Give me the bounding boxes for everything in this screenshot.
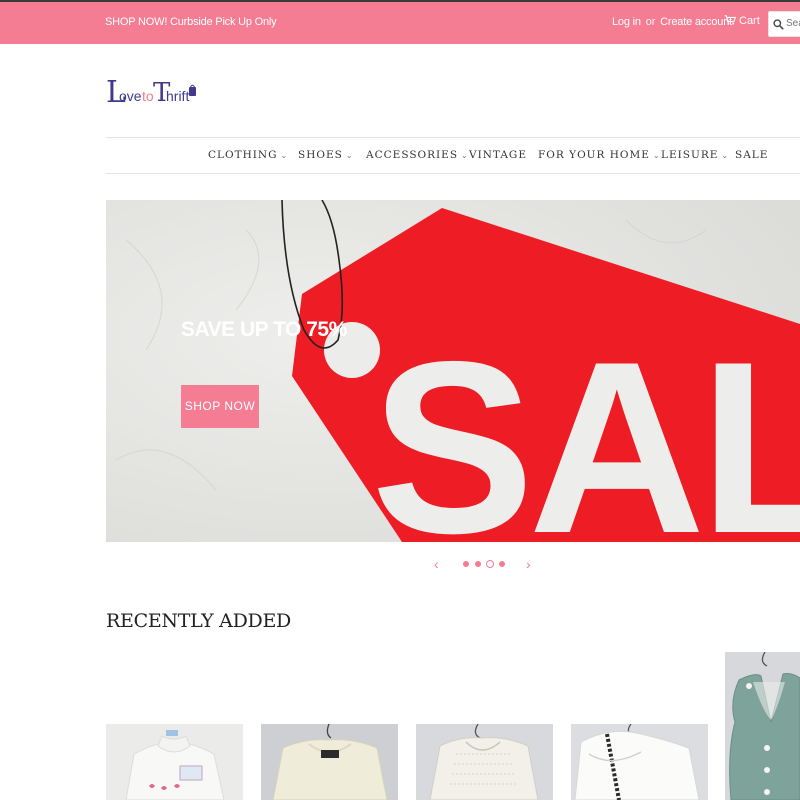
nav-item-leisure[interactable]: LEISURE ⌄ [661, 149, 729, 161]
logo-text-ove: ove [119, 88, 142, 104]
slider-dot-4[interactable] [499, 561, 505, 567]
nav-item-for-your-home[interactable]: FOR YOUR HOME ⌄ [538, 149, 661, 161]
nav-label: LEISURE [661, 149, 719, 161]
slider-dot-3-active[interactable] [486, 560, 494, 568]
sale-text: SALE [371, 310, 800, 542]
product-card[interactable] [725, 652, 800, 800]
create-account-link[interactable]: Create account [660, 16, 732, 28]
product-card[interactable] [416, 724, 553, 800]
product-image [261, 724, 398, 800]
nav-label: CLOTHING [208, 149, 278, 161]
product-card[interactable] [571, 724, 708, 800]
next-arrow-icon[interactable]: › [526, 556, 531, 572]
logo-text-hrift: hrift [166, 88, 189, 104]
login-link[interactable]: Log in [612, 16, 641, 28]
shopping-bag-icon [189, 87, 196, 96]
nav-item-sale[interactable]: SALE [735, 149, 768, 161]
nav-label: SHOES [298, 149, 343, 161]
shop-now-button[interactable]: SHOP NOW [181, 385, 259, 428]
announcement-text[interactable]: SHOP NOW! Curbside Pick Up Only [105, 16, 277, 28]
product-card[interactable] [106, 724, 243, 800]
prev-arrow-icon[interactable]: ‹ [434, 556, 439, 572]
slider-controls: ‹ › [430, 556, 540, 572]
hero-heading: SAVE UP TO 75% [181, 318, 347, 341]
or-separator: or [645, 16, 656, 28]
product-image [416, 724, 553, 800]
nav-label: FOR YOUR HOME [538, 149, 650, 161]
slider-dot-2[interactable] [475, 561, 481, 567]
site-logo[interactable]: L ove to T hrift [106, 68, 198, 110]
nav-item-shoes[interactable]: SHOES ⌄ [298, 149, 354, 161]
product-card[interactable] [261, 724, 398, 800]
search-input[interactable] [786, 18, 800, 29]
hero-image: SALE [106, 200, 800, 542]
cart-icon [724, 15, 736, 25]
hero-slide[interactable]: SALE SAVE UP TO 75% SHOP NOW [106, 200, 800, 542]
nav-item-clothing[interactable]: CLOTHING ⌄ [208, 149, 288, 161]
product-image [571, 724, 708, 800]
search-box[interactable] [768, 11, 800, 37]
chevron-down-icon: ⌄ [345, 151, 354, 160]
search-icon[interactable] [773, 19, 784, 30]
nav-label: VINTAGE [469, 149, 527, 161]
chevron-down-icon: ⌄ [652, 151, 661, 160]
chevron-down-icon: ⌄ [461, 151, 469, 160]
chevron-down-icon: ⌄ [721, 151, 730, 160]
cart-link[interactable]: Cart [724, 15, 760, 27]
product-image [106, 724, 243, 800]
account-links: Log in or Create account [612, 16, 732, 28]
main-nav: CLOTHING ⌄ SHOES ⌄ ACCESSORIES ⌄ VINTAGE FO… [106, 137, 800, 174]
nav-label: ACCESSORIES [366, 149, 459, 161]
chevron-down-icon: ⌄ [280, 151, 289, 160]
product-image [725, 652, 800, 800]
cart-label: Cart [739, 15, 760, 27]
nav-item-vintage[interactable]: VINTAGE [469, 149, 527, 161]
slider-dot-1[interactable] [463, 561, 469, 567]
announcement-bar: SHOP NOW! Curbside Pick Up Only Log in or… [0, 0, 800, 44]
nav-label: SALE [735, 149, 769, 161]
section-title-recently-added: RECENTLY ADDED [106, 610, 291, 632]
nav-item-accessories[interactable]: ACCESSORIES ⌄ [366, 149, 469, 161]
